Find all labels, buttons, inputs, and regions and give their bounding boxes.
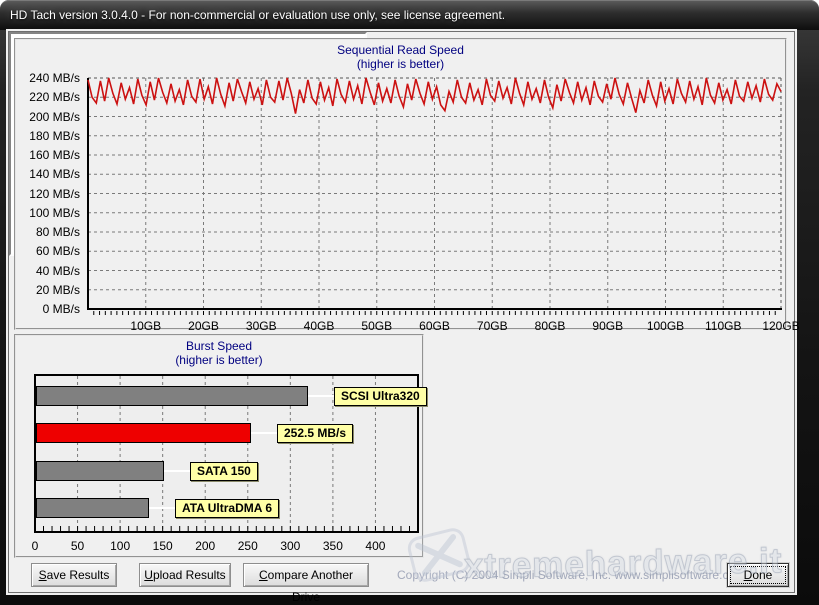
burst-bar-label: 252.5 MB/s xyxy=(277,424,353,443)
compare-another-drive-button[interactable]: Compare Another Drive xyxy=(243,563,369,587)
seq-x-tick-label: 50GB xyxy=(347,319,407,333)
sequential-read-chart xyxy=(86,76,782,316)
burst-x-tick-label: 100 xyxy=(105,539,135,553)
done-accel: D xyxy=(744,568,753,582)
bar-label-connector xyxy=(149,507,175,509)
burst-bar-label: ATA UltraDMA 6 xyxy=(175,499,279,518)
sequential-read-subtitle: (higher is better) xyxy=(16,57,785,71)
seq-y-tick-label: 100 MB/s xyxy=(16,206,80,219)
done-label: one xyxy=(752,568,772,582)
save-accel: S xyxy=(39,568,47,582)
burst-x-tick-label: 250 xyxy=(233,539,263,553)
seq-y-tick-label: 180 MB/s xyxy=(16,129,80,142)
seq-x-tick-label: 110GB xyxy=(693,319,753,333)
bar-label-connector xyxy=(251,432,277,434)
sequential-read-title: Sequential Read Speed xyxy=(16,43,785,57)
burst-bar-252-5-mb-s xyxy=(36,423,251,443)
seq-x-tick-label: 20GB xyxy=(174,319,234,333)
seq-x-tick-label: 70GB xyxy=(462,319,522,333)
seq-x-tick-label: 120GB xyxy=(751,319,811,333)
burst-x-tick-label: 300 xyxy=(275,539,305,553)
seq-x-tick-label: 80GB xyxy=(520,319,580,333)
seq-x-tick-label: 60GB xyxy=(405,319,465,333)
window-title: HD Tach version 3.0.4.0 - For non-commer… xyxy=(10,8,505,22)
seq-y-tick-label: 20 MB/s xyxy=(16,283,80,296)
done-button[interactable]: Done xyxy=(727,563,789,587)
upload-results-button[interactable]: Upload Results xyxy=(139,563,231,587)
burst-speed-panel: Burst Speed (higher is better) SCSI Ultr… xyxy=(14,334,424,558)
seq-y-tick-label: 140 MB/s xyxy=(16,167,80,180)
burst-bar-scsi-ultra320 xyxy=(36,386,308,406)
burst-x-tick-label: 200 xyxy=(190,539,220,553)
burst-speed-title: Burst Speed xyxy=(16,339,422,353)
seq-x-tick-label: 100GB xyxy=(636,319,696,333)
seq-y-tick-label: 80 MB/s xyxy=(16,225,80,238)
seq-y-tick-label: 240 MB/s xyxy=(16,71,80,84)
seq-y-tick-label: 40 MB/s xyxy=(16,264,80,277)
seq-y-tick-label: 200 MB/s xyxy=(16,110,80,123)
burst-bar-ata-ultradma-6 xyxy=(36,498,149,518)
title-bar[interactable]: HD Tach version 3.0.4.0 - For non-commer… xyxy=(0,0,819,30)
dialog-body: Sequential Read Speed (higher is better)… xyxy=(8,31,795,593)
burst-bar-sata-150 xyxy=(36,461,164,481)
burst-bar-label: SCSI Ultra320 xyxy=(334,387,427,406)
burst-x-tick-label: 0 xyxy=(20,539,50,553)
burst-x-tick-label: 50 xyxy=(63,539,93,553)
upload-label: pload Results xyxy=(153,568,226,582)
burst-x-tick-label: 350 xyxy=(318,539,348,553)
bar-label-connector xyxy=(164,470,190,472)
compare-accel: C xyxy=(259,568,268,582)
burst-bar-label: SATA 150 xyxy=(190,462,258,481)
compare-label: ompare Another Drive xyxy=(268,568,353,604)
seq-x-tick-label: 40GB xyxy=(289,319,349,333)
app-window: HD Tach version 3.0.4.0 - For non-commer… xyxy=(0,0,819,605)
seq-y-tick-label: 60 MB/s xyxy=(16,244,80,257)
burst-speed-subtitle: (higher is better) xyxy=(16,353,422,367)
copyright-text: Copyright (C) 2004 Simpli Software, Inc.… xyxy=(397,568,745,582)
bar-label-connector xyxy=(308,395,334,397)
save-label: ave Results xyxy=(47,568,110,582)
seq-y-tick-label: 0 MB/s xyxy=(16,302,80,315)
sequential-read-panel: Sequential Read Speed (higher is better)… xyxy=(14,38,787,330)
save-results-button[interactable]: Save Results xyxy=(31,563,117,587)
seq-x-tick-label: 10GB xyxy=(116,319,176,333)
burst-x-tick-label: 400 xyxy=(360,539,390,553)
seq-x-tick-label: 90GB xyxy=(578,319,638,333)
seq-x-tick-label: 30GB xyxy=(231,319,291,333)
upload-accel: U xyxy=(144,568,153,582)
seq-y-tick-label: 220 MB/s xyxy=(16,90,80,103)
seq-y-tick-label: 160 MB/s xyxy=(16,148,80,161)
burst-x-tick-label: 150 xyxy=(148,539,178,553)
seq-y-tick-label: 120 MB/s xyxy=(16,187,80,200)
